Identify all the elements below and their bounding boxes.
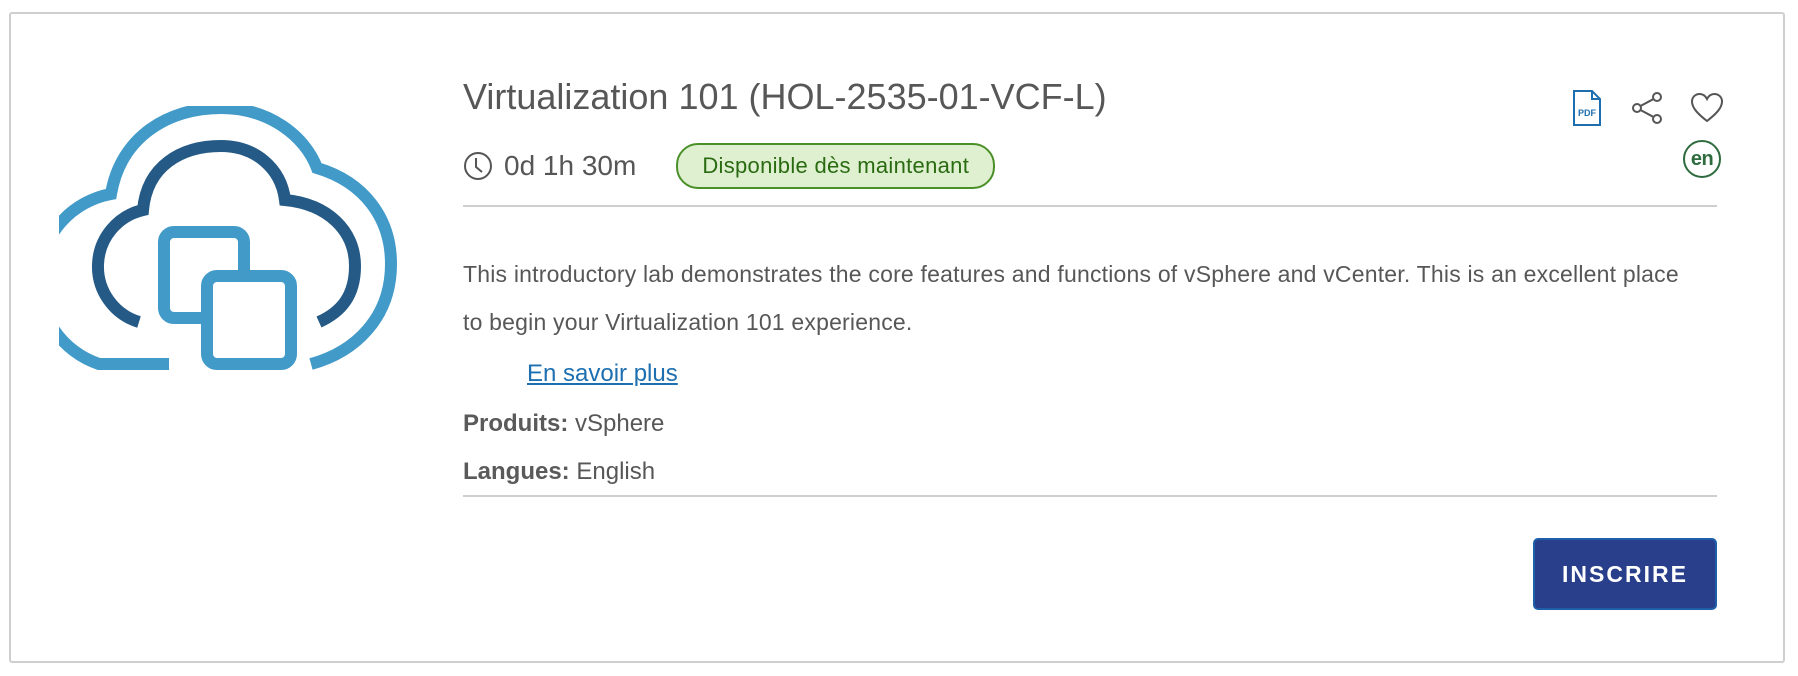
language-badge: en — [1683, 140, 1721, 178]
availability-badge: Disponible dès maintenant — [676, 143, 996, 189]
languages-field: Langues: English — [463, 458, 655, 486]
top-divider — [463, 205, 1717, 207]
lab-duration: 0d 1h 30m — [504, 150, 637, 181]
products-field: Produits: vSphere — [463, 410, 664, 438]
pdf-icon-label: PDF — [1578, 108, 1597, 118]
lab-title: Virtualization 101 (HOL-2535-01-VCF-L) — [463, 76, 1107, 117]
languages-value: English — [576, 458, 656, 485]
lab-actions: PDF — [1569, 90, 1725, 126]
lab-content: Virtualization 101 (HOL-2535-01-VCF-L) P… — [463, 14, 1725, 661]
products-value: vSphere — [575, 410, 665, 437]
clock-icon — [464, 152, 492, 180]
lab-card: Virtualization 101 (HOL-2535-01-VCF-L) P… — [9, 12, 1785, 663]
pdf-icon[interactable]: PDF — [1569, 90, 1605, 126]
enroll-button[interactable]: INSCRIRE — [1533, 538, 1717, 610]
lab-meta: 0d 1h 30m Disponible dès maintenant — [463, 141, 996, 191]
products-label: Produits: — [463, 410, 569, 437]
lab-description: This introductory lab demonstrates the c… — [463, 261, 1679, 335]
heart-icon[interactable] — [1689, 90, 1725, 126]
languages-label: Langues: — [463, 458, 570, 485]
learn-more-link[interactable]: En savoir plus — [527, 360, 678, 388]
bottom-divider — [463, 495, 1717, 497]
share-icon[interactable] — [1629, 90, 1665, 126]
cloud-vm-logo — [32, 101, 399, 381]
